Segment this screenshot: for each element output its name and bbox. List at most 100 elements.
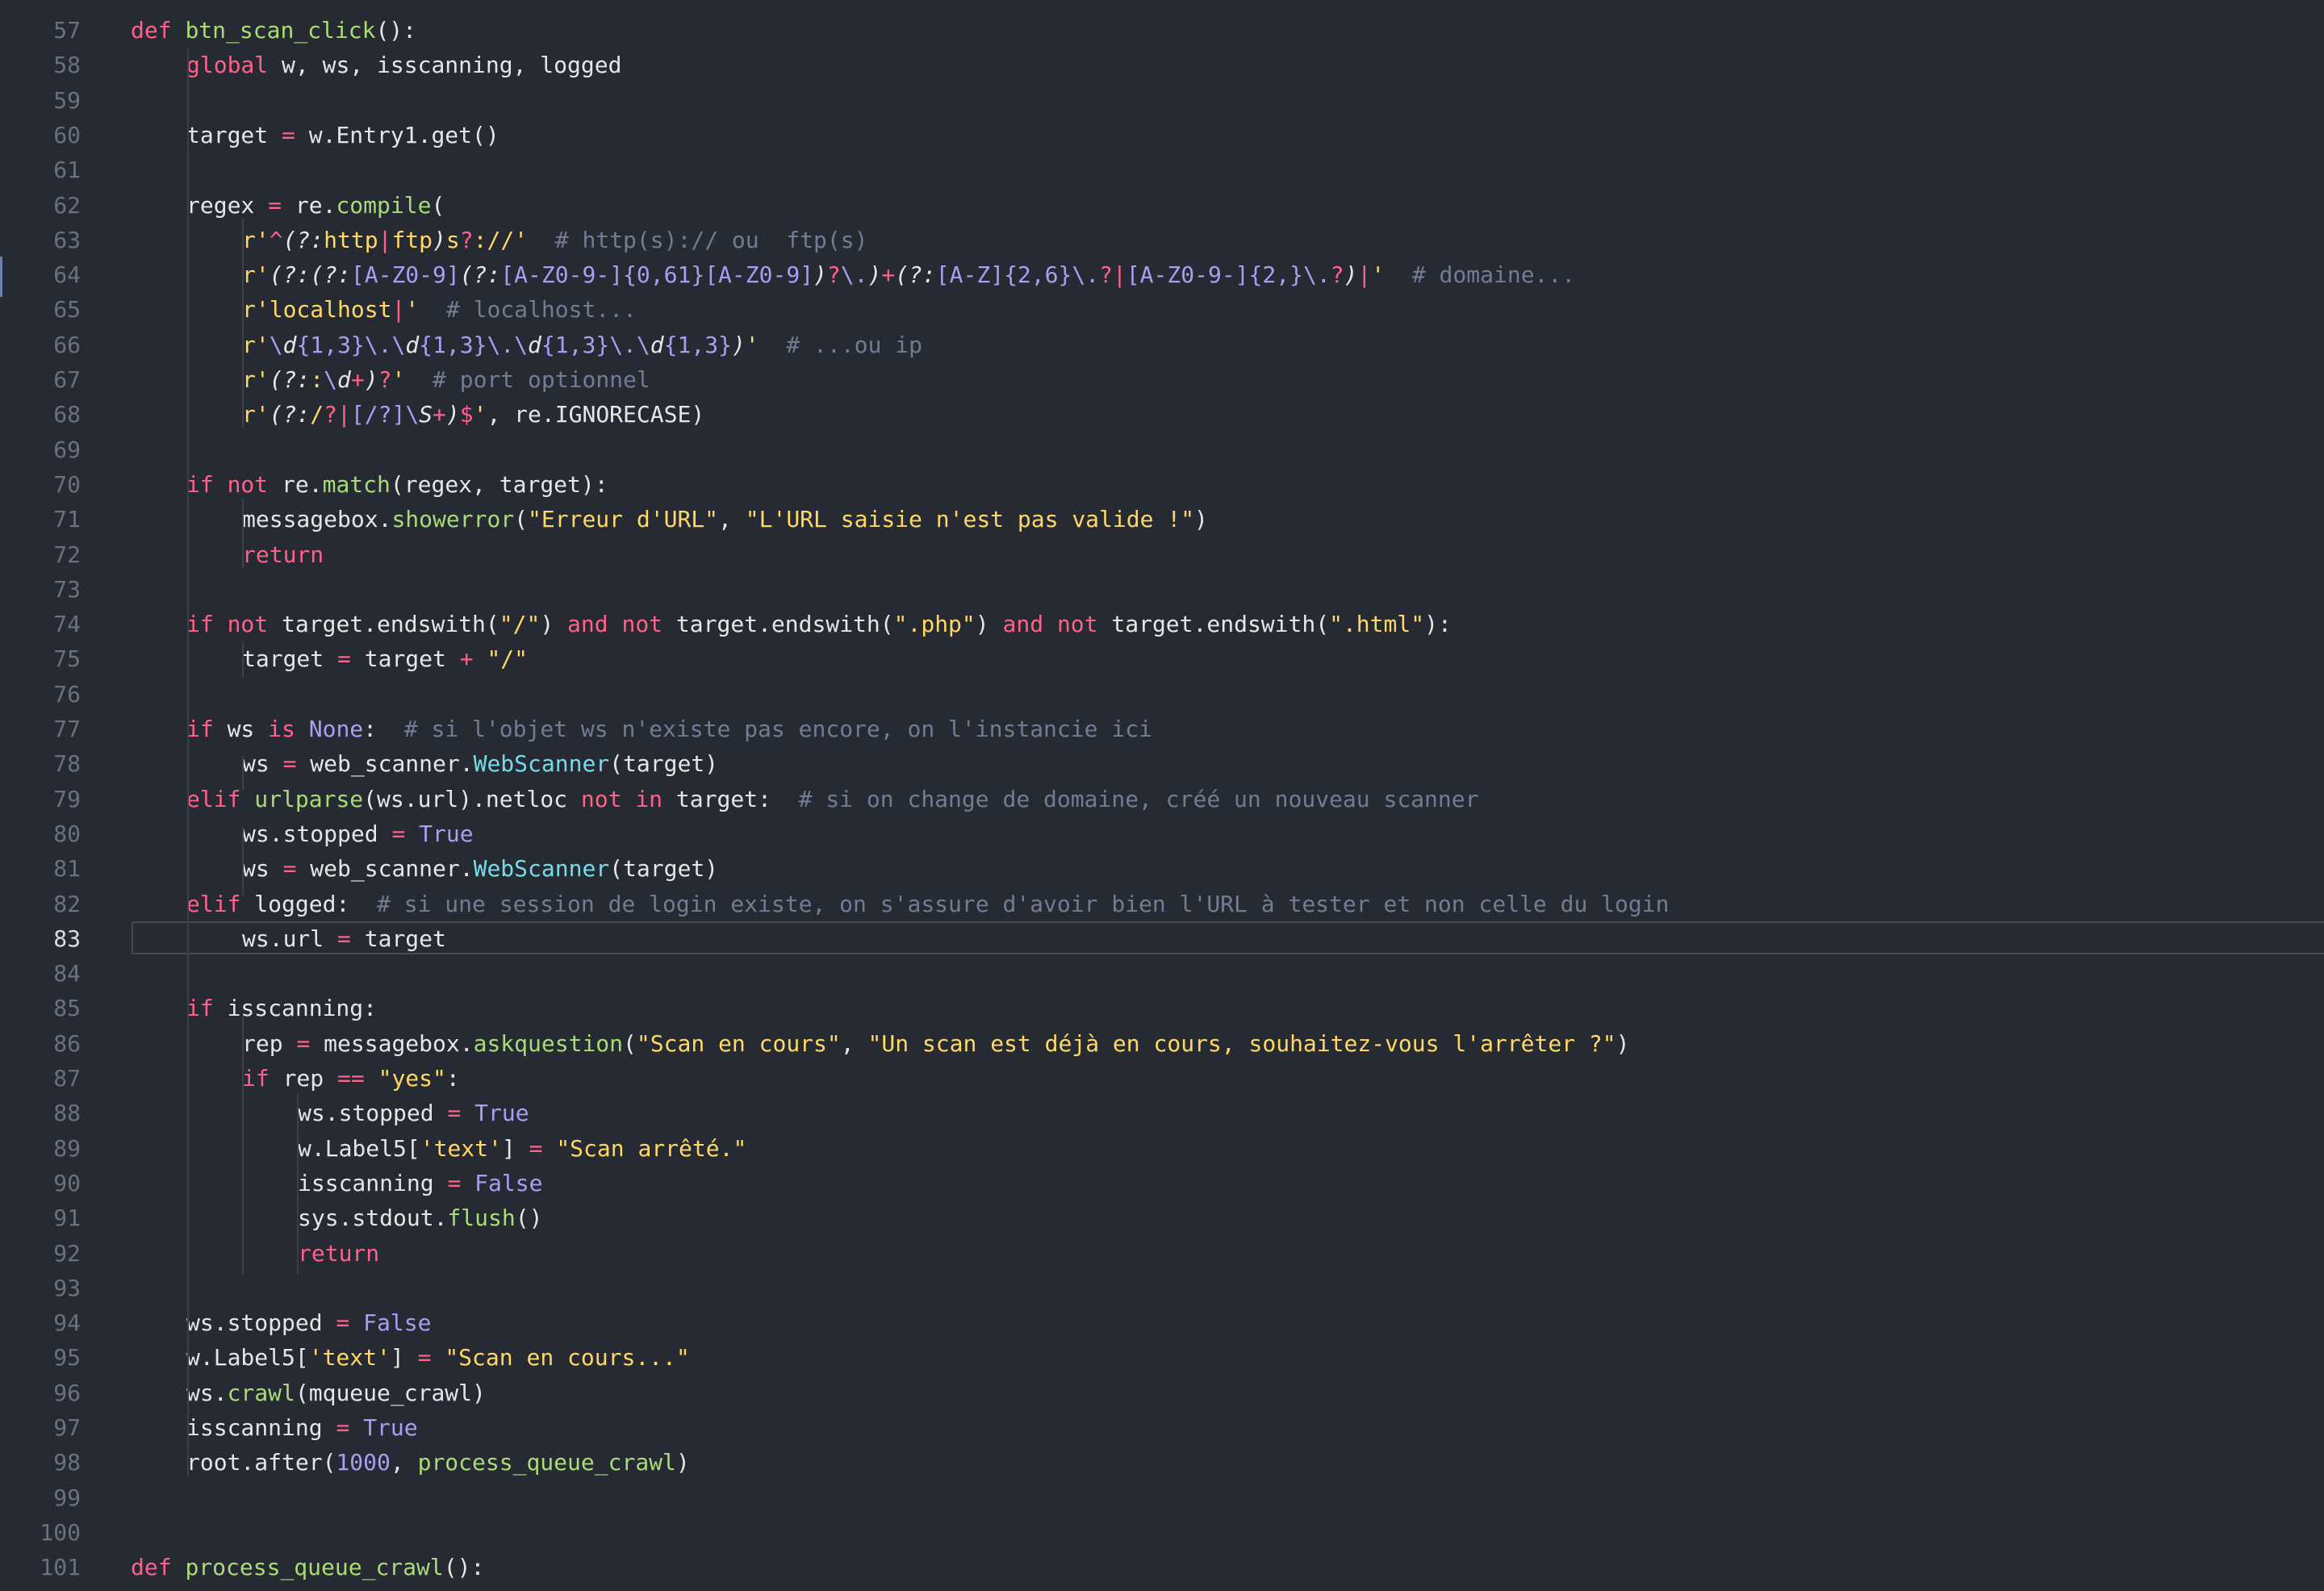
code-token: process_queue_crawl: [417, 1449, 676, 1476]
code-token: |: [1357, 261, 1372, 289]
code-text: w.Label5['text'] = "Scan arrêté.": [298, 1131, 746, 1166]
code-token: return: [242, 541, 324, 568]
code-line[interactable]: 70 if not re.match(regex, target):: [0, 467, 2324, 502]
code-editor[interactable]: 57 def btn_scan_click(): 58 global w, ws, i…: [0, 0, 2324, 1591]
code-line[interactable]: 90 isscanning = False: [0, 1166, 2324, 1201]
code-token: +: [459, 645, 474, 673]
code-line[interactable]: 86 rep = messagebox.askquestion("Scan en …: [0, 1026, 2324, 1061]
indent-guide: [242, 827, 244, 896]
code-line[interactable]: 87 if rep == "yes":: [0, 1061, 2324, 1096]
code-token: messagebox.: [310, 1029, 474, 1057]
code-token: , re.IGNORECASE): [487, 401, 705, 428]
code-line[interactable]: 76: [0, 677, 2324, 712]
code-token: match: [322, 470, 391, 498]
code-token: flush: [447, 1205, 516, 1232]
code-line[interactable]: 75 target = target + "/": [0, 641, 2324, 676]
code-line[interactable]: 100: [0, 1515, 2324, 1550]
code-line[interactable]: 71 messagebox.showerror("Erreur d'URL", "…: [0, 502, 2324, 537]
code-token: target: [242, 645, 338, 673]
code-line[interactable]: 72 return: [0, 537, 2324, 572]
code-line[interactable]: 74 if not target.endswith("/") and not ta…: [0, 607, 2324, 641]
code-token: ^: [269, 226, 283, 253]
code-line[interactable]: 65 r'localhost|' # localhost...: [0, 292, 2324, 327]
code-token: =: [529, 1134, 543, 1162]
code-line[interactable]: 97 isscanning = True: [0, 1410, 2324, 1445]
code-token: :: [473, 226, 487, 253]
code-token: +: [433, 401, 446, 428]
code-token: (?:: [459, 261, 501, 289]
code-line[interactable]: 73: [0, 572, 2324, 607]
code-token: ?: [826, 261, 841, 289]
code-text: sys.stdout.flush(): [298, 1201, 542, 1235]
code-token: =: [337, 645, 351, 673]
code-token: d: [528, 331, 541, 358]
code-line[interactable]: 59: [0, 83, 2324, 118]
code-line[interactable]: 79 elif urlparse(ws.url).netloc not in ta…: [0, 782, 2324, 816]
code-line[interactable]: 66 r'\d{1,3}\.\d{1,3}\.\d{1,3}\.\d{1,3})'…: [0, 328, 2324, 362]
code-line[interactable]: 96 ws.crawl(mqueue_crawl): [0, 1376, 2324, 1410]
code-token: ': [473, 401, 487, 428]
code-token: d: [282, 331, 297, 358]
code-line[interactable]: 63 r'^(?:http|ftp)s?://' # http(s):// ou …: [0, 223, 2324, 257]
code-token: =: [337, 925, 351, 952]
code-token: ): [364, 366, 378, 393]
code-line[interactable]: 88 ws.stopped = True: [0, 1096, 2324, 1130]
code-token: return: [298, 1239, 380, 1267]
code-token: (target): [609, 855, 719, 883]
code-token: =: [336, 1309, 350, 1337]
code-token: [A-Z0-9-]: [500, 261, 624, 289]
code-line[interactable]: 61: [0, 152, 2324, 187]
code-line[interactable]: 78 ws = web_scanner.WebScanner(target): [0, 746, 2324, 781]
code-token: not: [621, 611, 663, 638]
code-token: ): [1616, 1029, 1630, 1057]
code-token: if: [186, 611, 214, 638]
code-line[interactable]: 98 root.after(1000, process_queue_crawl): [0, 1445, 2324, 1480]
code-line[interactable]: 83 ws.url = target: [0, 921, 2324, 956]
code-token: "/": [487, 645, 529, 673]
code-line[interactable]: 95 w.Label5['text'] = "Scan en cours...": [0, 1340, 2324, 1375]
code-line[interactable]: 62 regex = re.compile(: [0, 188, 2324, 223]
code-token: "L'URL saisie n'est pas valide !": [745, 506, 1195, 533]
code-text: messagebox.showerror("Erreur d'URL", "L'…: [242, 502, 1208, 537]
code-line[interactable]: 64 r'(?:(?:[A-Z0-9](?:[A-Z0-9-]{0,61}[A-Z…: [0, 257, 2324, 292]
code-token: r': [242, 296, 270, 324]
code-line[interactable]: 84: [0, 956, 2324, 991]
code-token: WebScanner: [473, 750, 610, 778]
code-line[interactable]: 81 ws = web_scanner.WebScanner(target): [0, 851, 2324, 886]
code-line[interactable]: 68 r'(?:/?|[/?]\S+)$', re.IGNORECASE): [0, 397, 2324, 432]
code-line[interactable]: 67 r'(?::\d+)?' # port optionnel: [0, 362, 2324, 397]
code-token: ws.stopped: [242, 820, 392, 847]
code-line[interactable]: 92 return: [0, 1236, 2324, 1271]
code-token: elif: [186, 890, 241, 917]
code-line[interactable]: 91 sys.stdout.flush(): [0, 1201, 2324, 1235]
code-line[interactable]: 99: [0, 1480, 2324, 1515]
code-line[interactable]: 101 def process_queue_crawl():: [0, 1550, 2324, 1585]
code-line[interactable]: 93: [0, 1271, 2324, 1305]
code-token: ?: [459, 226, 474, 253]
code-line[interactable]: 94 ws.stopped = False: [0, 1305, 2324, 1340]
code-token: |: [391, 296, 406, 324]
code-token: "Scan en cours": [636, 1029, 841, 1057]
code-text: return: [242, 537, 324, 572]
code-token: if: [186, 470, 214, 498]
code-line[interactable]: 58 global w, ws, isscanning, logged: [0, 48, 2324, 82]
code-token: target.endswith(: [1097, 611, 1330, 638]
code-line[interactable]: 80 ws.stopped = True: [0, 816, 2324, 851]
code-token: w, ws, isscanning, logged: [268, 52, 622, 79]
code-line[interactable]: 77 if ws is None: # si l'objet ws n'exist…: [0, 712, 2324, 746]
code-line[interactable]: 82 elif logged: # si une session de login…: [0, 887, 2324, 921]
code-text: isscanning = False: [298, 1166, 542, 1201]
code-line[interactable]: 89 w.Label5['text'] = "Scan arrêté.": [0, 1131, 2324, 1166]
code-line[interactable]: 57 def btn_scan_click():: [0, 13, 2324, 48]
code-token: ): [1194, 506, 1208, 533]
code-token: def: [131, 1554, 172, 1581]
code-line[interactable]: 69: [0, 432, 2324, 467]
line-number: 95: [53, 1344, 81, 1372]
line-number: 94: [53, 1309, 81, 1337]
code-line[interactable]: 85 if isscanning:: [0, 991, 2324, 1025]
code-line[interactable]: 60 target = w.Entry1.get(): [0, 118, 2324, 152]
